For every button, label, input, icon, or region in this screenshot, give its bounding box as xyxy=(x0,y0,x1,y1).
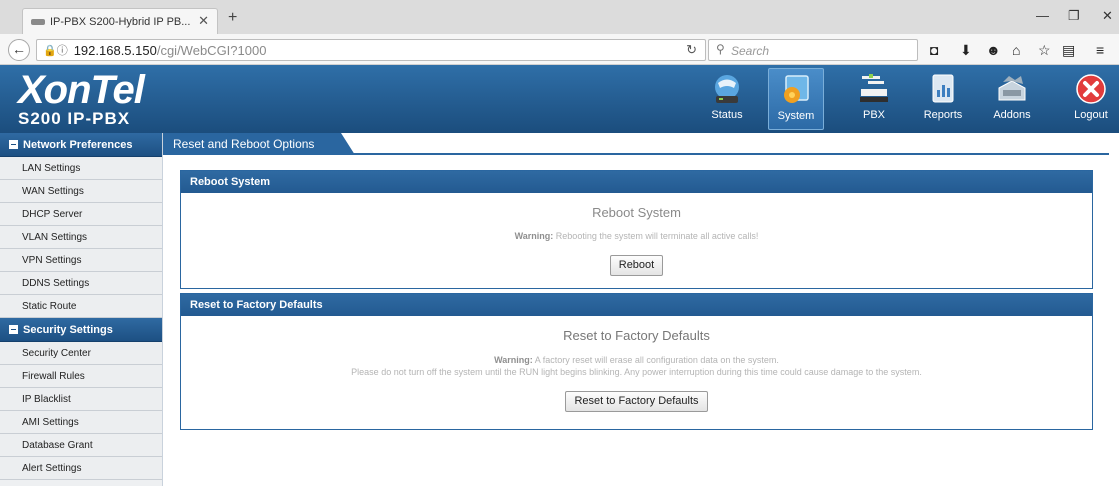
status-icon xyxy=(715,75,739,103)
reload-icon[interactable]: ↻ xyxy=(686,42,697,58)
nav-reports-label: Reports xyxy=(923,109,963,121)
back-icon[interactable]: ← xyxy=(8,39,30,61)
factory-reset-warning-2: Please do not turn off the system until … xyxy=(351,367,922,377)
reports-icon xyxy=(932,74,954,103)
sidebar-item-static-route[interactable]: Static Route xyxy=(0,295,162,318)
download-icon[interactable]: ⬇ xyxy=(960,42,972,59)
sidebar-item-database-grant[interactable]: Database Grant xyxy=(0,434,162,457)
reboot-warning: Warning: Rebooting the system will termi… xyxy=(181,230,1092,242)
sidebar-item-alert-settings[interactable]: Alert Settings xyxy=(0,457,162,480)
reset-factory-button[interactable]: Reset to Factory Defaults xyxy=(565,391,708,412)
new-tab-icon[interactable]: + xyxy=(228,9,237,27)
sidebar-section-network[interactable]: Network Preferences xyxy=(0,133,162,157)
url-host: 192.168.5.150 xyxy=(73,42,157,58)
breadcrumb: Reset and Reboot Options xyxy=(163,133,1109,155)
nav-logout-label: Logout xyxy=(1074,109,1108,121)
nav-system[interactable]: System xyxy=(768,68,824,130)
factory-reset-warning-text: A factory reset will erase all configura… xyxy=(534,355,779,365)
nav-addons[interactable]: Addons xyxy=(984,68,1040,130)
sidebar-item-ip-blacklist[interactable]: IP Blacklist xyxy=(0,388,162,411)
addons-icon xyxy=(998,76,1026,101)
browser-nav-bar: ← 🔒ⓘ 192.168.5.150/cgi/WebCGI?1000 ↻ ⚲ S… xyxy=(0,34,1119,65)
collapse-icon xyxy=(9,140,18,149)
factory-reset-warning-label: Warning: xyxy=(494,355,533,365)
nav-logout[interactable]: Logout xyxy=(1063,68,1119,130)
address-bar[interactable]: 🔒ⓘ 192.168.5.150/cgi/WebCGI?1000 ↻ xyxy=(36,39,706,61)
browser-tab-title: IP-PBX S200-Hybrid IP PB... xyxy=(50,15,191,28)
sidebar-item-ddns-settings[interactable]: DDNS Settings xyxy=(0,272,162,295)
factory-reset-title: Reset to Factory Defaults xyxy=(563,328,710,343)
reboot-button[interactable]: Reboot xyxy=(609,255,664,276)
browser-tab[interactable]: IP-PBX S200-Hybrid IP PB... ✕ xyxy=(22,8,218,34)
brand-name: XonTel xyxy=(18,68,145,112)
app-header: XonTel S200 IP-PBX Status System PBX Rep… xyxy=(0,65,1119,133)
nav-pbx[interactable]: PBX xyxy=(846,68,902,130)
sidebar-item-lan-settings[interactable]: LAN Settings xyxy=(0,157,162,180)
sidebar-item-ami-settings[interactable]: AMI Settings xyxy=(0,411,162,434)
sidebar: Network Preferences LAN Settings WAN Set… xyxy=(0,133,163,486)
logout-icon xyxy=(1076,74,1106,104)
search-icon: ⚲ xyxy=(716,42,725,56)
nav-status[interactable]: Status xyxy=(699,68,755,130)
nav-system-label: System xyxy=(777,110,815,122)
reboot-panel-header: Reboot System xyxy=(181,171,1092,193)
nav-status-label: Status xyxy=(711,109,743,121)
sidebar-item-vpn-settings[interactable]: VPN Settings xyxy=(0,249,162,272)
system-icon xyxy=(784,75,809,103)
reboot-panel: Reboot System Reboot System Warning: Reb… xyxy=(180,170,1093,289)
factory-reset-panel: Reset to Factory Defaults Reset to Facto… xyxy=(180,293,1093,430)
pbx-icon xyxy=(860,74,888,102)
restore-icon[interactable]: ❐ xyxy=(1068,8,1080,24)
site-info-icon[interactable]: 🔒ⓘ xyxy=(43,42,68,58)
sidebar-item-dhcp-server[interactable]: DHCP Server xyxy=(0,203,162,226)
reboot-warning-label: Warning: xyxy=(514,231,554,241)
xontel-logo: XonTel S200 IP-PBX xyxy=(18,68,145,128)
sync-icon[interactable]: ☻ xyxy=(986,42,1001,58)
sidebar-section-title: Security Settings xyxy=(23,323,113,336)
reboot-warning-text: Rebooting the system will terminate all … xyxy=(555,231,759,241)
sidebar-section-security[interactable]: Security Settings xyxy=(0,318,162,342)
search-input[interactable]: ⚲ Search xyxy=(708,39,918,61)
sidebar-section-title: Network Preferences xyxy=(23,138,133,151)
bookmark-star-icon[interactable]: ☆ xyxy=(1038,42,1051,59)
url-path: /cgi/WebCGI?1000 xyxy=(156,42,267,58)
minimize-icon[interactable]: — xyxy=(1036,8,1049,23)
favicon-icon xyxy=(31,18,45,25)
nav-addons-label: Addons xyxy=(993,109,1031,121)
menu-icon[interactable]: ≡ xyxy=(1096,42,1104,58)
sidebar-item-security-center[interactable]: Security Center xyxy=(0,342,162,365)
collapse-icon xyxy=(9,325,18,334)
factory-reset-panel-header: Reset to Factory Defaults xyxy=(181,294,1092,316)
url-text: 192.168.5.150/cgi/WebCGI?1000 xyxy=(74,43,267,58)
close-window-icon[interactable]: ✕ xyxy=(1102,8,1113,24)
browser-tab-bar: IP-PBX S200-Hybrid IP PB... ✕ + — ❐ ✕ xyxy=(0,0,1119,34)
page-title: Reset and Reboot Options xyxy=(163,133,355,155)
factory-reset-warning: Warning: A factory reset will erase all … xyxy=(181,354,1092,366)
sidebar-item-wan-settings[interactable]: WAN Settings xyxy=(0,180,162,203)
reboot-title: Reboot System xyxy=(592,205,681,220)
pocket-icon[interactable]: ◘ xyxy=(930,42,938,58)
sidebar-item-firewall-rules[interactable]: Firewall Rules xyxy=(0,365,162,388)
home-icon[interactable]: ⌂ xyxy=(1012,42,1020,58)
nav-pbx-label: PBX xyxy=(862,109,885,121)
nav-reports[interactable]: Reports xyxy=(915,68,971,130)
library-icon[interactable]: ▤ xyxy=(1062,42,1075,59)
model-name: S200 IP-PBX xyxy=(18,109,131,128)
close-tab-icon[interactable]: ✕ xyxy=(198,13,209,29)
search-placeholder: Search xyxy=(731,44,770,58)
sidebar-item-vlan-settings[interactable]: VLAN Settings xyxy=(0,226,162,249)
main-content: Reset and Reboot Options Reboot System R… xyxy=(163,133,1119,486)
